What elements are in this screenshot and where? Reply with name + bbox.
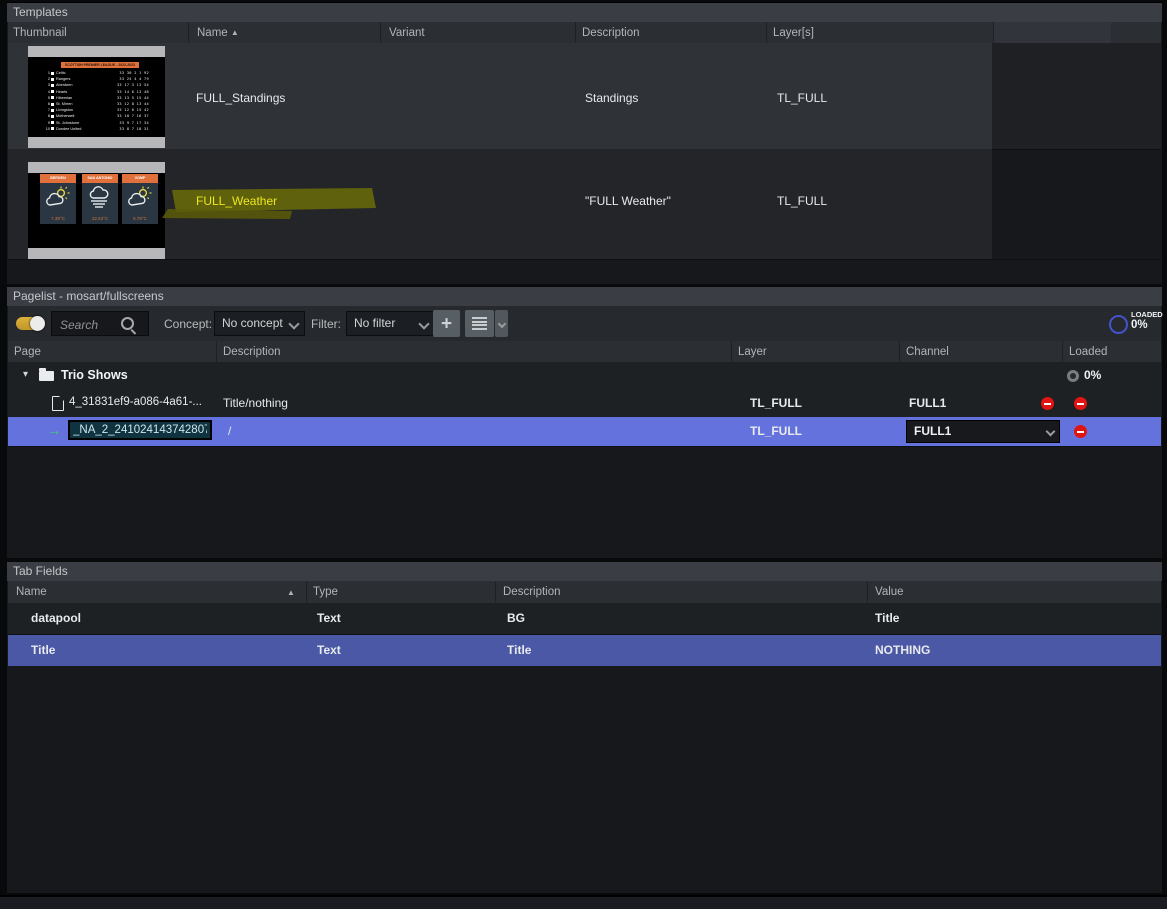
weather-card: VOMP 6.79°C [122,174,158,224]
expander-icon[interactable]: ▾ [23,369,28,380]
folder-loaded-indicator [1067,370,1079,382]
folder-row-trio-shows[interactable]: ▾ Trio Shows 0% [8,362,1161,390]
page-icon [52,396,64,411]
tabfields-col-value[interactable]: Value [875,581,904,603]
template-name: FULL_Standings [196,91,285,105]
next-arrow-icon: → [47,422,61,438]
remove-icon[interactable] [1041,397,1054,410]
remove-icon[interactable] [1074,425,1087,438]
sun-cloud-icon [127,186,153,208]
tabfields-col-description[interactable]: Description [503,581,561,603]
chevron-down-icon [1046,427,1056,437]
templates-col-extra [994,22,1111,43]
templates-col-variant[interactable]: Variant [389,22,425,43]
pagelist-col-channel[interactable]: Channel [906,341,949,362]
tabfields-panel: Tab Fields Name ▲ Type Description Value… [7,562,1162,893]
tabfield-row[interactable]: datapool Text BG Title [8,603,1161,634]
bottom-strip [0,895,1167,909]
pagelist-col-loaded[interactable]: Loaded [1069,341,1107,362]
standings-mini-table: SCOTTISH PREMIER LEAGUE - 2022-2023 1Cel… [43,62,149,132]
search-input[interactable] [58,314,128,335]
chevron-down-icon [498,320,506,328]
add-page-button[interactable]: + [433,310,460,337]
template-layers: TL_FULL [777,194,827,208]
remove-icon[interactable] [1074,397,1087,410]
weather-thumbnail[interactable]: BERGEN 7.38°C SAN ANTONIO 22.63°C VOMP [28,162,165,259]
templates-col-thumbnail[interactable]: Thumbnail [13,22,67,43]
pagelist-toolbar: Concept: No concept Filter: No filter + … [8,306,1161,341]
concept-select[interactable]: No concept [214,311,305,336]
templates-col-layers[interactable]: Layer[s] [773,22,814,43]
templates-panel-title: Templates [7,3,1162,22]
tabfields-col-type[interactable]: Type [313,581,338,603]
page-name-input[interactable] [68,420,212,440]
pagelist-header-row: Page Description Layer Channel Loaded [8,341,1161,362]
weather-card: BERGEN 7.38°C [40,174,76,224]
search-icon [121,317,134,330]
templates-col-description[interactable]: Description [582,22,640,43]
tabfields-header-row: Name ▲ Type Description Value [8,581,1161,603]
template-description: "FULL Weather" [585,194,671,208]
concept-label: Concept: [164,306,212,341]
templates-header-row: Thumbnail Name ▲ Variant Description Lay… [8,22,1161,43]
pagelist-panel-title: Pagelist - mosart/fullscreens [7,287,1162,306]
tabfields-col-name[interactable]: Name [16,581,47,603]
templates-col-name[interactable]: Name ▲ [197,22,239,43]
folder-icon [39,371,54,381]
weather-card: SAN ANTONIO 22.63°C [82,174,118,224]
plus-icon: + [441,314,452,333]
sort-asc-icon: ▲ [287,581,295,603]
pagelist-col-layer[interactable]: Layer [738,341,767,362]
pagelist-panel: Pagelist - mosart/fullscreens Concept: N… [7,287,1162,558]
filter-select[interactable]: No filter [346,311,435,336]
list-view-menu-button[interactable] [495,310,508,337]
standings-thumbnail[interactable]: SCOTTISH PREMIER LEAGUE - 2022-2023 1Cel… [28,46,165,148]
template-name: FULL_Weather [196,194,277,208]
chevron-down-icon [288,318,299,329]
pagelist-col-page[interactable]: Page [14,341,41,362]
loaded-progress-ring [1109,315,1128,334]
list-icon [472,317,487,330]
loaded-percent: 0% [1131,319,1148,331]
sun-cloud-icon [45,186,71,208]
template-layers: TL_FULL [777,91,827,105]
search-box [51,311,149,336]
templates-panel: Templates Thumbnail Name ▲ Variant Descr… [7,2,1162,284]
tabfields-panel-title: Tab Fields [7,562,1162,581]
page-row-selected[interactable]: → / TL_FULL FULL1 [8,417,1161,446]
template-description: Standings [585,91,638,105]
filter-label: Filter: [311,306,341,341]
tabfield-row-selected[interactable]: Title Text Title NOTHING [8,635,1161,666]
chevron-down-icon [418,318,429,329]
autotake-toggle[interactable] [16,317,43,330]
list-view-button[interactable] [465,310,494,337]
page-row[interactable]: 4_31831ef9-a086-4a61-... Title/nothing T… [8,390,1161,417]
fog-cloud-icon [87,186,113,208]
sort-asc-icon: ▲ [231,28,239,37]
loaded-label: LOADED [1131,310,1163,319]
pagelist-col-description[interactable]: Description [223,341,281,362]
toggle-knob [30,316,45,331]
channel-select[interactable]: FULL1 [906,420,1060,443]
